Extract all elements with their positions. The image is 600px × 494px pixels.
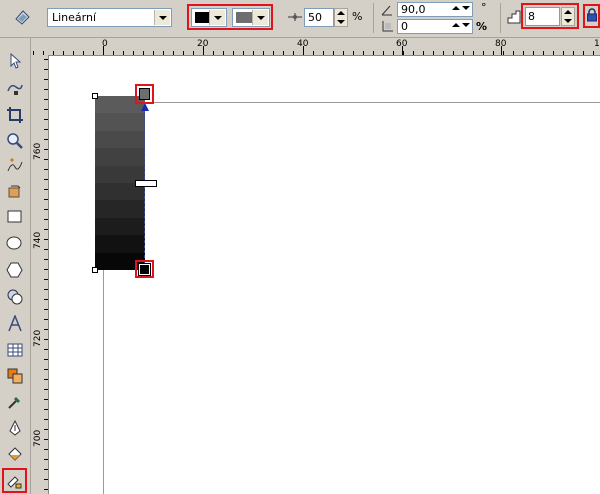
gradient-direction-arrow (141, 103, 149, 111)
ruler-label: 60 (396, 39, 408, 49)
midpoint-slider[interactable] (135, 180, 157, 187)
ellipse-tool-icon[interactable] (4, 232, 26, 254)
steps-icon (506, 9, 522, 25)
gradient-end-handle[interactable] (139, 88, 150, 100)
steps-input[interactable]: 8 (525, 7, 560, 26)
steps-spinner[interactable] (561, 7, 575, 26)
gradient-band (95, 113, 145, 132)
interactive-fill-tool-icon[interactable] (3, 470, 25, 492)
crop-tool-icon[interactable] (4, 104, 26, 126)
separator (500, 3, 501, 33)
angle-spinner[interactable] (452, 6, 470, 10)
ruler-label: 700 (33, 429, 43, 447)
angle-icon (380, 3, 394, 17)
edge-pad-icon (380, 19, 394, 33)
edge-pad-value: 0 (401, 20, 408, 33)
ruler-label: 0 (102, 39, 108, 49)
midpoint-input[interactable]: 50 (304, 8, 334, 27)
ruler-label: 740 (33, 231, 43, 249)
outline-tool-icon[interactable] (4, 417, 26, 439)
fill-type-value: Lineární (52, 11, 97, 24)
ruler-label: 1 (594, 39, 600, 49)
smart-fill-tool-icon[interactable] (4, 180, 26, 202)
gradient-band (95, 148, 145, 167)
table-tool-icon[interactable] (4, 339, 26, 361)
shape-tool-icon[interactable] (4, 78, 26, 100)
fill-tool-icon[interactable] (4, 443, 26, 465)
gradient-band (95, 235, 145, 254)
selection-handle[interactable] (92, 267, 98, 273)
page-border-top (103, 102, 600, 103)
vertical-ruler[interactable]: 760 740 720 700 (31, 55, 49, 494)
steps-value: 8 (528, 10, 535, 23)
ruler-label: 80 (495, 39, 507, 49)
ruler-label: 760 (33, 142, 43, 160)
zoom-tool-icon[interactable] (4, 130, 26, 152)
gradient-band (95, 130, 145, 149)
drawing-canvas[interactable] (49, 56, 600, 494)
midpoint-value: 50 (308, 11, 322, 24)
edge-pad-unit: % (476, 20, 488, 33)
gradient-band (95, 217, 145, 236)
to-color-picker[interactable] (232, 8, 270, 27)
angle-value: 90,0 (401, 3, 426, 16)
angle-input[interactable]: 90,0 (397, 2, 473, 17)
interactive-tool-icon[interactable] (4, 365, 26, 387)
ruler-label: 20 (197, 39, 209, 49)
polygon-tool-icon[interactable] (4, 259, 26, 281)
gradient-start-handle[interactable] (138, 263, 151, 276)
lock-icon[interactable] (586, 8, 598, 22)
fill-dialog-icon[interactable] (12, 7, 32, 27)
property-bar: Lineární 50 % 90,0 ° 0 % 8 (0, 0, 600, 38)
fill-type-dropdown[interactable]: Lineární (47, 8, 172, 27)
angle-unit: ° (481, 1, 487, 14)
chevron-down-icon[interactable] (154, 10, 170, 25)
chevron-down-icon[interactable] (209, 10, 225, 25)
gradient-band (95, 200, 145, 219)
chevron-down-icon[interactable] (252, 10, 268, 25)
pick-tool-icon[interactable] (4, 50, 26, 72)
horizontal-ruler[interactable]: 0 20 40 60 80 1 (31, 38, 600, 56)
ruler-label: 720 (33, 329, 43, 347)
separator (373, 3, 374, 33)
freehand-tool-icon[interactable] (4, 155, 26, 177)
selection-handle[interactable] (92, 93, 98, 99)
rectangle-tool-icon[interactable] (4, 206, 26, 228)
basic-shapes-tool-icon[interactable] (4, 286, 26, 308)
from-color-picker[interactable] (191, 8, 227, 27)
edge-pad-spinner[interactable] (452, 23, 470, 27)
toolbox (0, 38, 31, 494)
midpoint-spinner[interactable] (334, 8, 348, 27)
edge-pad-input[interactable]: 0 (397, 19, 473, 34)
text-tool-icon[interactable] (4, 313, 26, 335)
midpoint-unit: % (352, 10, 363, 23)
eyedropper-tool-icon[interactable] (4, 391, 26, 413)
ruler-label: 40 (297, 39, 309, 49)
midpoint-icon (287, 10, 303, 24)
